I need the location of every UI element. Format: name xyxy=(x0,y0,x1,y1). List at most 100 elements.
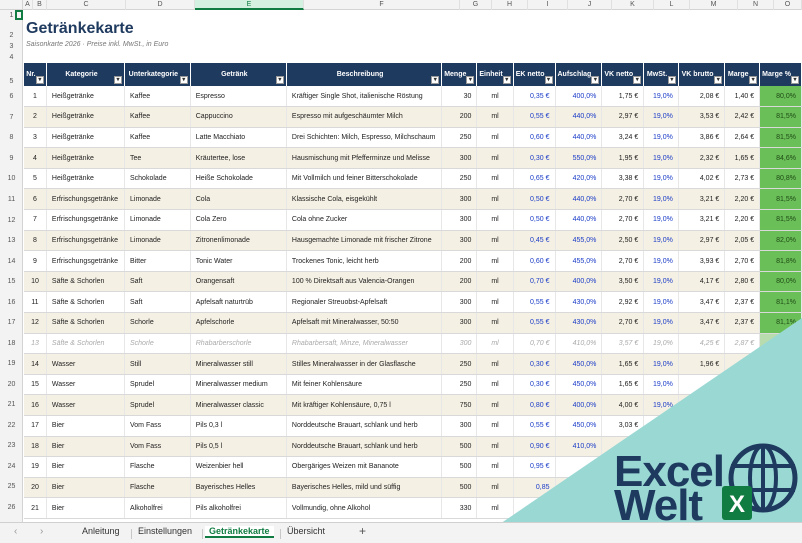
row-number[interactable]: 25 xyxy=(0,483,23,490)
add-sheet-button[interactable]: + xyxy=(359,524,366,538)
table-cell[interactable]: 19,0% xyxy=(643,106,679,128)
table-cell[interactable]: Zitronenlimonade xyxy=(190,230,287,252)
table-cell[interactable]: 100 % Direktsaft aus Valencia-Orangen xyxy=(286,271,443,293)
table-cell[interactable]: ml xyxy=(476,188,514,211)
row-number[interactable]: 18 xyxy=(0,340,23,347)
table-cell[interactable]: Vollmundig, ohne Alkohol xyxy=(286,497,443,519)
table-cell[interactable]: 12 xyxy=(24,312,47,334)
column-header[interactable]: D xyxy=(126,0,195,10)
table-cell[interactable]: ml xyxy=(476,127,514,149)
row-number[interactable]: 11 xyxy=(0,196,23,203)
table-cell[interactable]: Bayerisches Helles, mild und süffig xyxy=(286,477,443,499)
table-cell[interactable]: Stilles Mineralwasser in der Glasflasche xyxy=(286,353,443,375)
table-cell[interactable]: Tee xyxy=(124,147,191,169)
table-cell[interactable] xyxy=(724,353,761,375)
table-cell[interactable]: 1,40 € xyxy=(724,86,761,108)
table-cell[interactable]: Sprudel xyxy=(124,374,191,396)
table-cell[interactable]: 750 xyxy=(441,394,478,416)
tab-scroll-right-icon[interactable]: › xyxy=(40,526,43,537)
table-cell[interactable]: 4 xyxy=(24,147,47,169)
table-cell[interactable]: 81,5% xyxy=(759,106,802,128)
table-cell[interactable] xyxy=(724,497,761,519)
table-cell[interactable]: 19,0% xyxy=(643,230,679,252)
filter-dropdown-icon[interactable]: ▾ xyxy=(275,76,284,84)
table-cell[interactable]: 4,02 € xyxy=(678,168,726,190)
row-number[interactable]: 22 xyxy=(0,422,23,429)
table-cell[interactable]: Limonade xyxy=(124,209,191,231)
row-number[interactable]: 9 xyxy=(0,155,23,162)
table-cell[interactable]: Saft xyxy=(124,291,191,314)
row-number[interactable]: 12 xyxy=(0,217,23,224)
table-cell[interactable]: 19 xyxy=(24,456,47,478)
table-cell[interactable]: 0,85 xyxy=(513,477,556,499)
table-cell[interactable]: Bier xyxy=(46,415,126,437)
row-number[interactable]: 19 xyxy=(0,360,23,367)
table-cell[interactable]: 19,0% xyxy=(643,333,679,355)
table-cell[interactable]: 19,0% xyxy=(643,147,679,169)
table-cell[interactable]: 3,53 € xyxy=(678,106,726,128)
table-cell[interactable]: Schokolade xyxy=(124,168,191,190)
table-cell[interactable]: 0,50 € xyxy=(513,188,556,211)
table-cell[interactable]: Sprudel xyxy=(124,394,191,416)
table-cell[interactable]: 81,5% xyxy=(759,127,802,149)
table-cell[interactable]: 3,93 € xyxy=(678,250,726,272)
row-number[interactable]: 5 xyxy=(0,78,23,85)
table-cell[interactable]: 3,24 € xyxy=(601,127,645,149)
tab-getraenkekarte[interactable]: Getränkekarte xyxy=(205,526,274,538)
table-cell[interactable]: 9 xyxy=(24,250,47,272)
table-cell[interactable]: 3,21 € xyxy=(678,188,726,211)
table-cell[interactable]: 0,70 € xyxy=(513,271,556,293)
table-cell[interactable]: Cappuccino xyxy=(190,106,287,128)
table-cell[interactable]: 21 xyxy=(24,497,47,519)
table-cell[interactable]: 3 xyxy=(24,127,47,149)
table-cell[interactable]: 250 xyxy=(441,353,478,375)
table-cell[interactable]: 41 xyxy=(555,456,603,478)
table-cell[interactable]: Heißgetränke xyxy=(46,86,126,108)
table-cell[interactable]: 200 xyxy=(441,106,478,128)
table-cell[interactable]: 2,70 € xyxy=(601,209,645,231)
table-cell[interactable]: 2,64 € xyxy=(724,127,761,149)
table-cell[interactable]: 0,55 € xyxy=(513,291,556,314)
table-cell[interactable]: Wasser xyxy=(46,353,126,375)
table-cell[interactable]: 2,05 € xyxy=(724,230,761,252)
table-cell[interactable]: 430,0% xyxy=(555,312,603,334)
table-cell[interactable]: 2 xyxy=(24,106,47,128)
filter-dropdown-icon[interactable]: ▾ xyxy=(791,76,799,84)
table-cell[interactable]: Alkoholfrei xyxy=(124,497,191,519)
table-cell[interactable]: Kräftiger Single Shot, italienische Röst… xyxy=(286,86,443,108)
table-cell[interactable] xyxy=(513,497,556,519)
table-cell[interactable]: Hausgemachte Limonade mit frischer Zitro… xyxy=(286,230,443,252)
table-cell[interactable]: 4,17 € xyxy=(678,271,726,293)
table-cell[interactable]: 200 xyxy=(441,271,478,293)
table-cell[interactable]: 6 xyxy=(24,188,47,211)
filter-dropdown-icon[interactable]: ▾ xyxy=(502,76,511,84)
table-cell[interactable]: 1,96 € xyxy=(678,353,726,375)
table-cell[interactable]: 80,0% xyxy=(759,271,802,293)
table-cell[interactable]: 19,0% xyxy=(643,394,679,416)
table-cell[interactable]: 550,0% xyxy=(555,147,603,169)
table-cell[interactable]: 2,20 € xyxy=(724,209,761,231)
filter-dropdown-icon[interactable]: ▾ xyxy=(35,76,44,84)
table-cell[interactable]: 410,0% xyxy=(555,333,603,355)
table-cell[interactable]: Rhabarberschorle xyxy=(190,333,287,355)
table-cell[interactable]: 2,37 € xyxy=(724,312,761,334)
table-cell[interactable]: Obergäriges Weizen mit Bananote xyxy=(286,456,443,478)
table-cell[interactable]: Heißgetränke xyxy=(46,147,126,169)
row-number[interactable]: 13 xyxy=(0,237,23,244)
table-cell[interactable]: Klassische Cola, eisgekühlt xyxy=(286,188,443,211)
table-cell[interactable]: 19,0% xyxy=(643,168,679,190)
row-number[interactable]: 4 xyxy=(0,54,23,61)
table-cell[interactable]: ml xyxy=(476,312,514,334)
table-cell[interactable]: 430,0% xyxy=(555,291,603,314)
table-cell[interactable]: 2,70 € xyxy=(601,250,645,272)
table-cell[interactable]: 0,95 € xyxy=(513,456,556,478)
table-cell[interactable]: 19,0% xyxy=(643,271,679,293)
row-number[interactable]: 20 xyxy=(0,381,23,388)
tab-anleitung[interactable]: Anleitung xyxy=(78,526,124,536)
table-cell[interactable]: 13 xyxy=(24,333,47,355)
table-cell[interactable]: Limonade xyxy=(124,230,191,252)
table-cell[interactable]: Cola xyxy=(190,188,287,211)
row-number[interactable]: 7 xyxy=(0,114,23,121)
table-cell[interactable]: Flasche xyxy=(124,477,191,499)
row-number[interactable]: 17 xyxy=(0,319,23,326)
